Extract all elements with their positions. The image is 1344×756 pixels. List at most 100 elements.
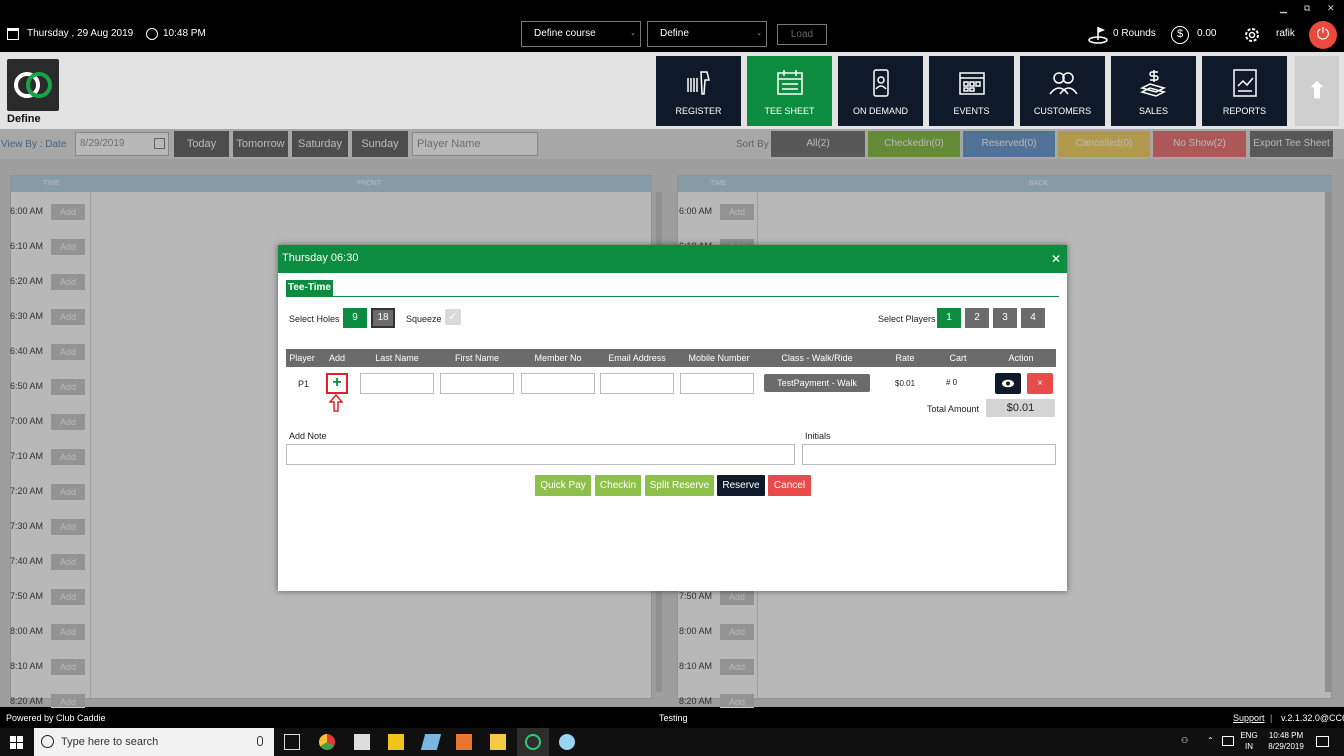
players-4-button[interactable]: 4	[1021, 308, 1045, 328]
nav-tee-sheet-label: TEE SHEET	[764, 106, 815, 116]
support-link[interactable]: Support	[1233, 708, 1265, 728]
network-icon[interactable]	[1222, 736, 1234, 746]
note-input[interactable]	[286, 444, 795, 465]
notepad-icon[interactable]	[420, 734, 442, 750]
task-view-icon[interactable]	[284, 734, 300, 750]
add-player-button[interactable]: +	[326, 373, 348, 394]
holes-18-button[interactable]: 18	[371, 308, 395, 328]
restore-icon[interactable]: ⧉	[1304, 3, 1310, 14]
nav-events-label: EVENTS	[953, 106, 990, 116]
windows-start-icon[interactable]	[10, 736, 23, 749]
cart-value: # 0	[946, 378, 958, 387]
lang-top: ENG	[1240, 731, 1258, 740]
col-first-name: First Name	[454, 353, 499, 363]
col-player: Player	[289, 353, 315, 363]
top-bar: Thursday , 29 Aug 2019 10:48 PM Define c…	[0, 0, 1344, 52]
sublime-icon[interactable]	[456, 734, 472, 750]
clock-date: 8/29/2019	[1268, 742, 1304, 751]
nav-customers-button[interactable]: CUSTOMERS	[1020, 56, 1105, 126]
nav-register-button[interactable]: REGISTER	[656, 56, 741, 126]
chrome-icon[interactable]	[319, 734, 335, 750]
nav-on-demand-label: ON DEMAND	[852, 106, 908, 116]
tab-tee-time[interactable]: Tee-Time	[286, 280, 333, 296]
view-eye-icon[interactable]	[995, 373, 1021, 394]
col-member-no: Member No	[534, 353, 582, 363]
file-manager-icon[interactable]	[388, 734, 404, 750]
nav-customers-label: CUSTOMERS	[1033, 106, 1092, 116]
course-select-value: Define course	[534, 28, 596, 39]
nav-register-label: REGISTER	[675, 106, 722, 116]
gear-icon[interactable]	[1243, 26, 1261, 44]
last-name-input[interactable]	[360, 373, 434, 394]
define-select-value: Define	[660, 28, 689, 39]
taskbar-search-input[interactable]: Type here to search	[34, 728, 274, 756]
nav-events-button[interactable]: EVENTS	[929, 56, 1014, 126]
system-clock[interactable]: 10:48 PM 8/29/2019	[1265, 730, 1307, 752]
current-date: Thursday , 29 Aug 2019	[27, 28, 134, 39]
up-arrow-icon	[329, 394, 343, 412]
power-icon[interactable]: ⏻	[1309, 21, 1337, 49]
search-icon	[41, 735, 54, 748]
modal-header: Thursday 06:30 ✕	[278, 245, 1067, 273]
class-walk-ride-button[interactable]: TestPayment - Walk	[764, 374, 870, 392]
member-no-input[interactable]	[521, 373, 595, 394]
holes-9-button[interactable]: 9	[343, 308, 367, 328]
load-button[interactable]: Load	[777, 24, 827, 45]
first-name-input[interactable]	[440, 373, 514, 394]
initials-input[interactable]	[802, 444, 1056, 465]
collapse-up-arrow-icon[interactable]: ⬆	[1295, 56, 1339, 126]
clock-time: 10:48 PM	[1268, 731, 1304, 740]
chevron-up-icon[interactable]: ⌃	[1207, 736, 1214, 745]
col-email: Email Address	[608, 353, 666, 363]
split-reserve-button[interactable]: Split Reserve	[645, 475, 714, 496]
players-1-button[interactable]: 1	[937, 308, 961, 328]
mobile-input[interactable]	[680, 373, 754, 394]
current-time: 10:48 PM	[163, 28, 206, 39]
col-rate: Rate	[895, 353, 915, 363]
events-calendar-icon	[959, 72, 985, 95]
nav-sales-button[interactable]: SALES	[1111, 56, 1196, 126]
players-2-button[interactable]: 2	[965, 308, 989, 328]
squeeze-label: Squeeze	[406, 314, 442, 324]
nav-tee-sheet-button[interactable]: TEE SHEET	[747, 56, 832, 126]
logo-rings-icon	[14, 72, 52, 98]
col-last-name: Last Name	[375, 353, 419, 363]
sales-icon	[1139, 70, 1167, 97]
checkin-button[interactable]: Checkin	[595, 475, 641, 496]
powered-by: Powered by Club Caddie	[6, 713, 106, 723]
tee-time-modal: Thursday 06:30 ✕ Tee-Time Select Holes 9…	[278, 245, 1067, 591]
nav-reports-button[interactable]: REPORTS	[1202, 56, 1287, 126]
microphone-icon[interactable]	[257, 736, 263, 746]
notification-icon[interactable]	[1316, 736, 1329, 747]
email-input[interactable]	[600, 373, 674, 394]
language-indicator[interactable]: ENG IN	[1240, 730, 1258, 752]
nav-on-demand-button[interactable]: ON DEMAND	[838, 56, 923, 126]
course-select[interactable]: Define course ⌄	[521, 21, 641, 47]
taskbar: Type here to search ⚇ ⌃ ENG IN 10:48 PM …	[0, 728, 1344, 756]
clock-icon	[146, 28, 158, 40]
checkmark-icon: ✓	[448, 311, 458, 323]
paint-icon[interactable]	[559, 734, 575, 750]
calculator-icon[interactable]	[354, 734, 370, 750]
minimize-icon[interactable]: ▁	[1280, 3, 1287, 14]
cancel-button[interactable]: Cancel	[768, 475, 811, 496]
initials-label: Initials	[805, 431, 831, 441]
add-note-label: Add Note	[289, 431, 327, 441]
define-select[interactable]: Define ⌄	[647, 21, 767, 47]
close-icon[interactable]: ✕	[1327, 3, 1335, 14]
dollar-icon: $	[1171, 26, 1189, 44]
quick-pay-button[interactable]: Quick Pay	[535, 475, 591, 496]
players-3-button[interactable]: 3	[993, 308, 1017, 328]
player-id: P1	[298, 379, 310, 389]
squeeze-checkbox[interactable]: ✓	[445, 309, 461, 325]
chevron-down-icon: ⌄	[756, 30, 762, 37]
club-caddie-app-icon[interactable]	[525, 734, 541, 750]
people-icon[interactable]: ⚇	[1181, 736, 1188, 745]
folder-icon[interactable]	[490, 734, 506, 750]
delete-row-icon[interactable]: ×	[1027, 373, 1053, 394]
col-class: Class - Walk/Ride	[781, 353, 853, 363]
balance-amount: 0.00	[1197, 28, 1217, 39]
close-icon[interactable]: ✕	[1051, 246, 1061, 272]
brand-name: Define	[7, 113, 41, 125]
reserve-button[interactable]: Reserve	[717, 475, 765, 496]
